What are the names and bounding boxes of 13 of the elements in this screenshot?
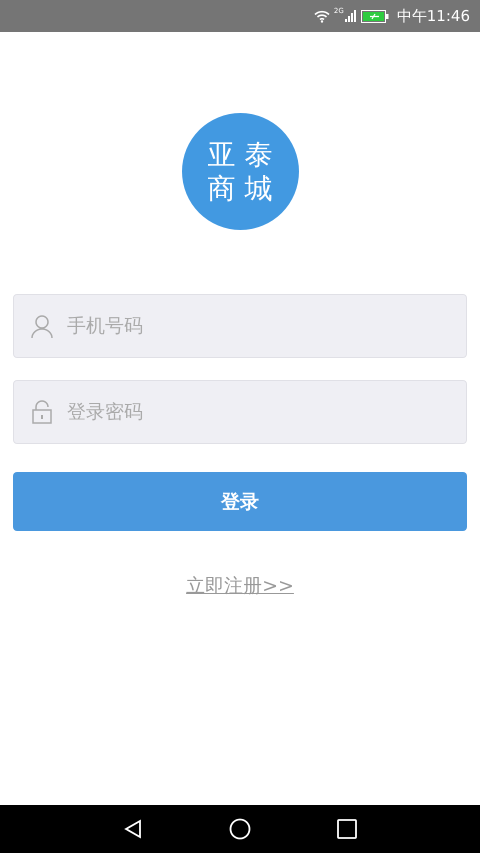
signal-icon [344,10,357,22]
logo-text: 亚 泰 [208,138,272,172]
wifi-icon [314,10,330,22]
home-icon[interactable] [229,818,251,840]
battery-icon [360,10,389,22]
login-button[interactable]: 登录 [13,472,467,531]
back-icon[interactable] [123,819,143,839]
recents-icon[interactable] [337,819,357,839]
clock: 中午11:46 [396,6,470,26]
logo-text: 商 城 [208,172,272,206]
password-field[interactable]: 登录密码 [13,380,467,444]
register-link[interactable]: 立即注册>> [186,573,294,599]
phone-field[interactable]: 手机号码 [13,294,467,358]
